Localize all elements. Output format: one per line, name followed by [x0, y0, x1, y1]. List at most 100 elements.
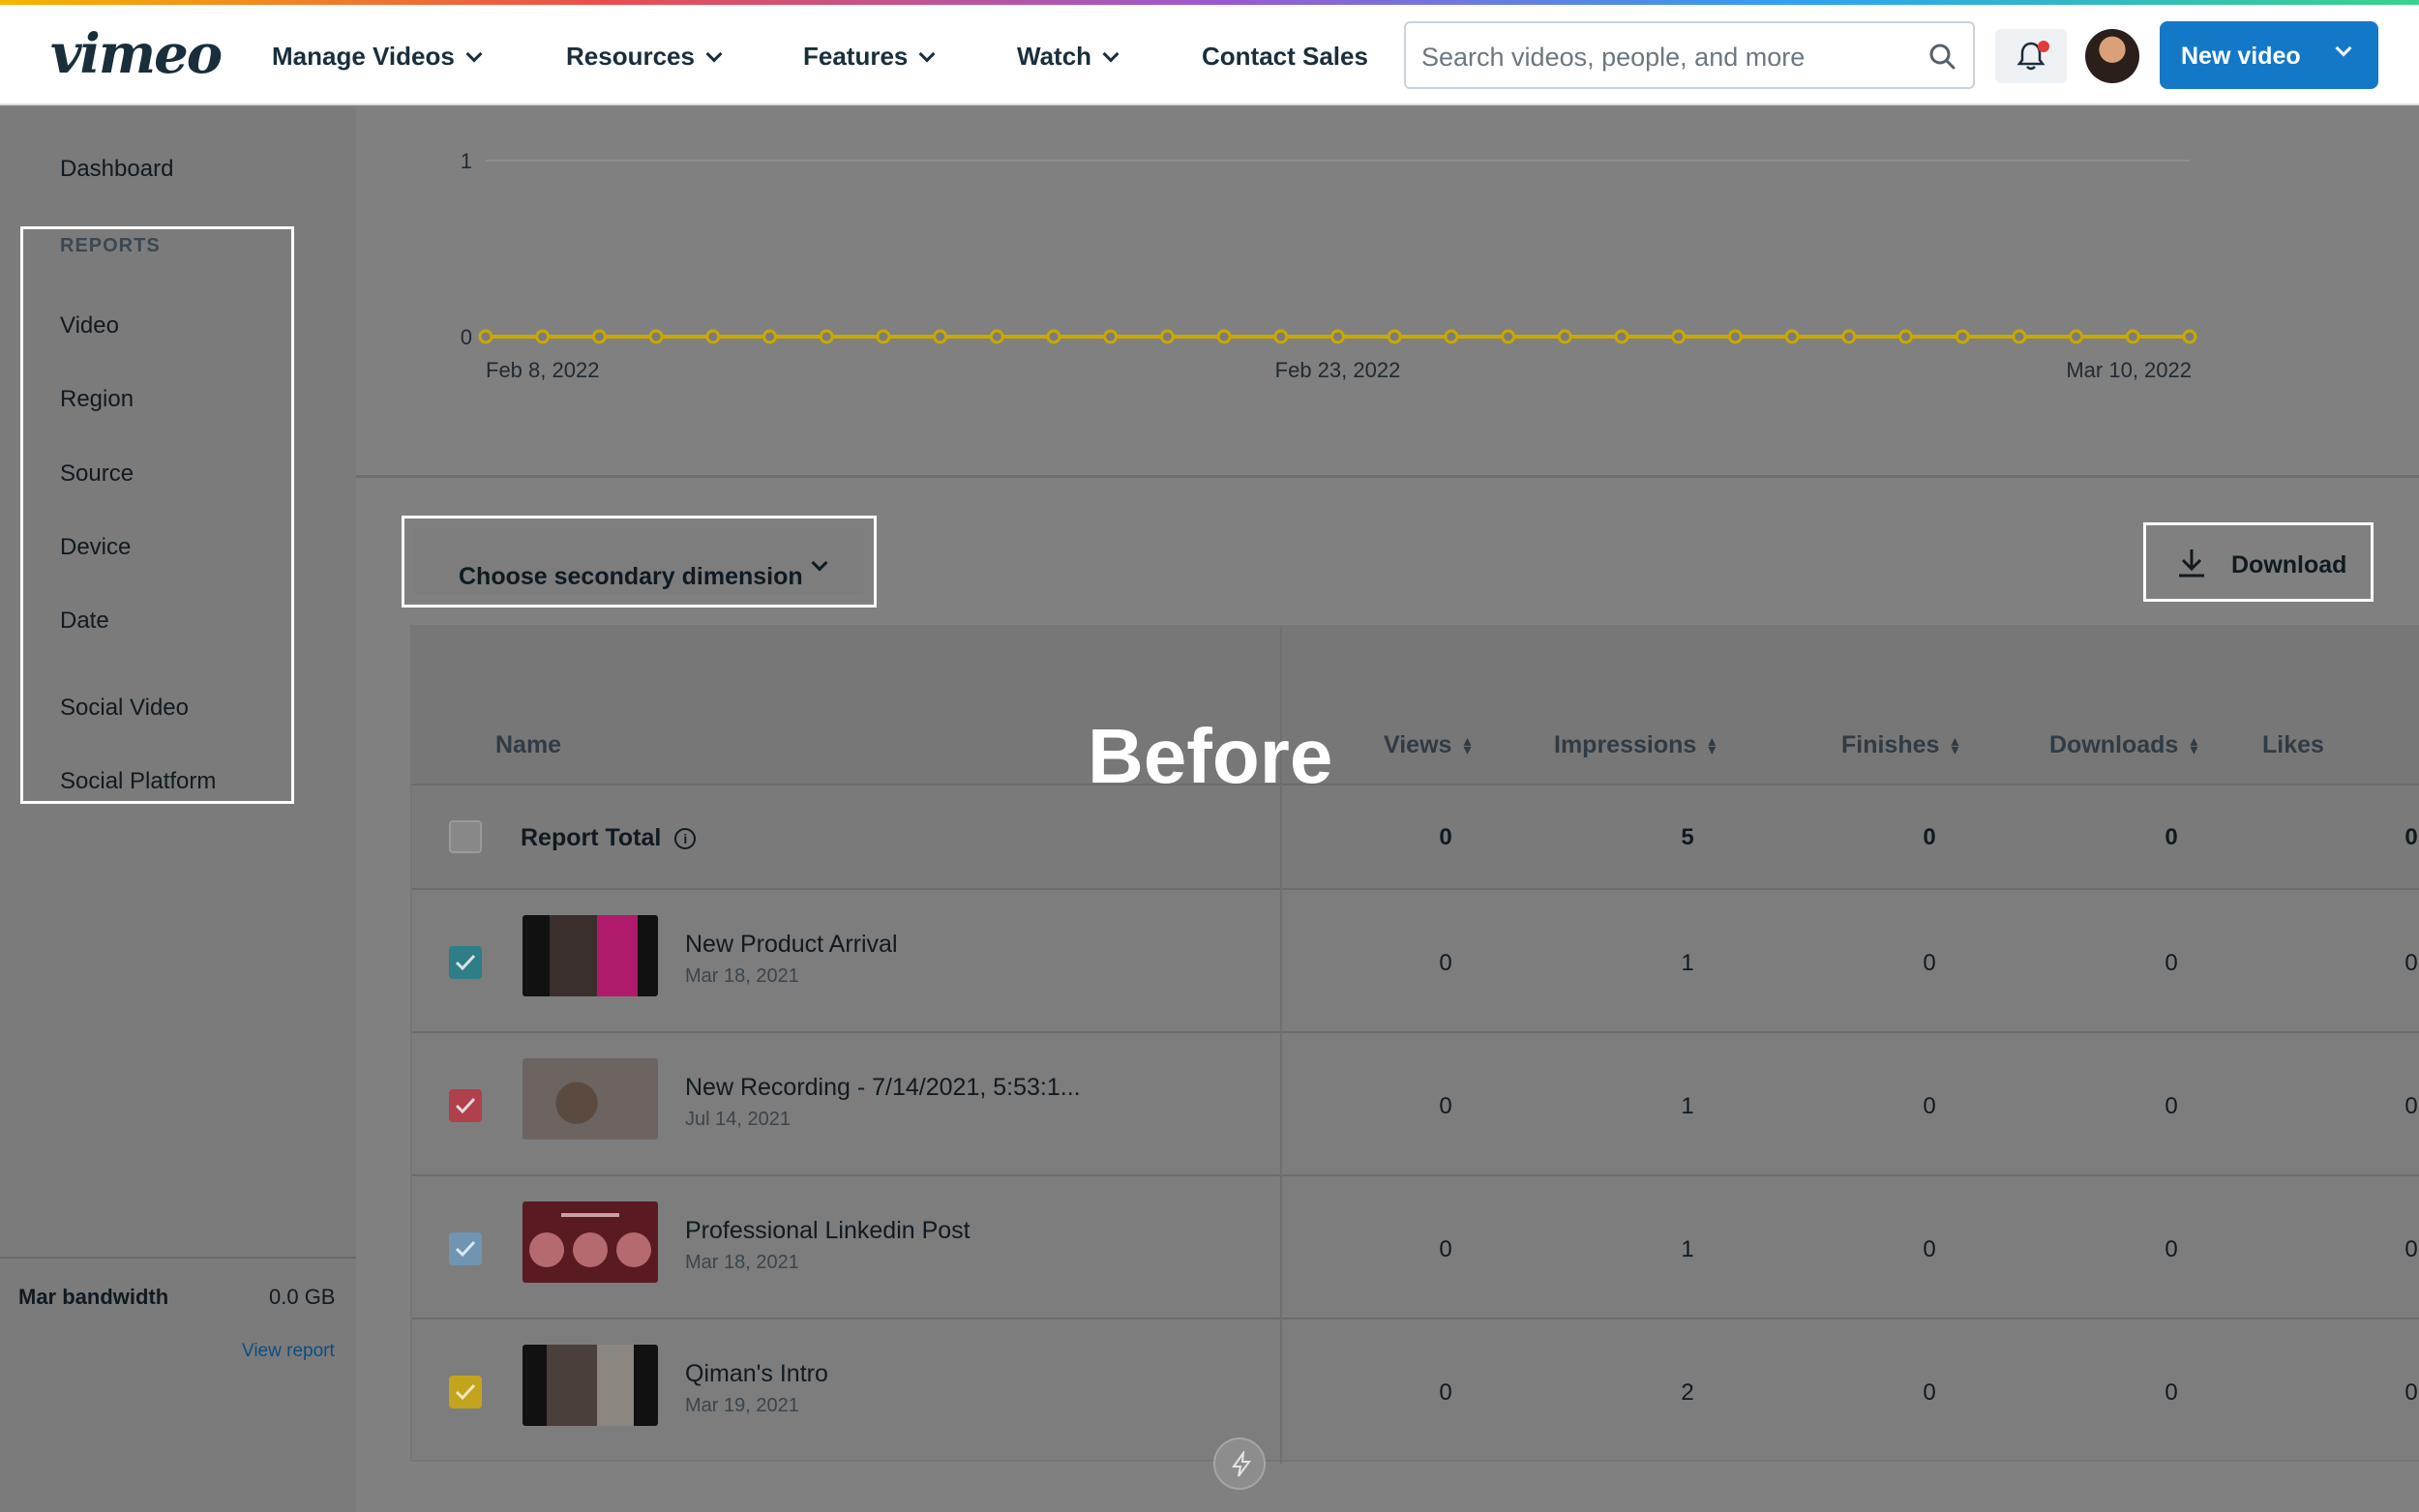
sidebar-item-social-video[interactable]: Social Video: [60, 695, 189, 722]
sidebar-item-dashboard[interactable]: Dashboard: [60, 156, 173, 183]
sidebar-item-social-platform[interactable]: Social Platform: [60, 768, 216, 795]
sort-icon: ▴ ▾: [1951, 732, 1959, 758]
before-overlay-label: Before: [1088, 713, 1333, 799]
row-downloads: 0: [2165, 1236, 2178, 1262]
data-point: [648, 329, 664, 344]
table-row[interactable]: New Product Arrival Mar 18, 2021 0 1 0 0…: [412, 890, 2419, 1033]
video-thumbnail[interactable]: [523, 915, 658, 996]
search-icon[interactable]: [1928, 43, 1956, 70]
total-downloads: 0: [2165, 824, 2178, 850]
total-finishes: 0: [1923, 824, 1936, 850]
nav-label: Watch: [1017, 42, 1092, 71]
nav-watch[interactable]: Watch: [1017, 42, 1120, 72]
lightning-icon: [1232, 1451, 1251, 1477]
report-total-row: Report Total i 0 5 0 0 0: [412, 786, 2419, 890]
data-point: [1159, 329, 1175, 344]
video-title[interactable]: New Product Arrival: [685, 931, 898, 959]
row-impressions: 1: [1681, 1236, 1694, 1262]
view-report-link[interactable]: View report: [242, 1341, 335, 1362]
chart-divider: [356, 475, 2419, 478]
data-point: [1273, 329, 1289, 344]
sidebar-item-device[interactable]: Device: [60, 534, 131, 561]
video-thumbnail[interactable]: [523, 1058, 658, 1140]
chevron-down-icon: [811, 554, 828, 572]
row-checkbox[interactable]: [449, 1232, 482, 1265]
quick-action-button[interactable]: [1213, 1438, 1266, 1490]
report-table: Name Views ▴ ▾ Impressions ▴ ▾ Finishes ▴ ▾ Do…: [410, 625, 2419, 1464]
secondary-dimension-label: Choose secondary dimension: [459, 563, 803, 590]
line-chart-svg: 1 0 Feb 8, 2022 Feb 23, 2022 Mar 10, 2022: [461, 149, 2197, 382]
nav-manage-videos[interactable]: Manage Videos: [272, 42, 483, 72]
search-input[interactable]: Search videos, people, and more: [1404, 21, 1975, 89]
notifications-button[interactable]: [1995, 29, 2067, 83]
total-likes: 0: [2404, 824, 2418, 850]
data-point: [1216, 329, 1232, 344]
search-placeholder: Search videos, people, and more: [1421, 43, 1806, 72]
data-point: [1046, 329, 1061, 344]
column-name: Name: [495, 731, 561, 759]
row-downloads: 0: [2165, 950, 2178, 976]
y-tick-label: 0: [461, 325, 472, 349]
nav-features[interactable]: Features: [803, 42, 936, 72]
nav-contact-sales[interactable]: Contact Sales: [1202, 42, 1368, 72]
data-point: [1557, 329, 1572, 344]
data-point: [478, 329, 493, 344]
column-impressions[interactable]: Impressions ▴ ▾: [1554, 731, 1716, 759]
sidebar-item-region[interactable]: Region: [60, 386, 134, 413]
row-finishes: 0: [1923, 950, 1936, 976]
row-finishes: 0: [1923, 1236, 1936, 1262]
table-row[interactable]: Qiman's Intro Mar 19, 2021 0 2 0 0 0: [412, 1319, 2419, 1463]
column-downloads[interactable]: Downloads ▴ ▾: [2049, 731, 2197, 759]
vimeo-logo[interactable]: vimeo: [50, 22, 223, 86]
row-likes: 0: [2404, 1093, 2418, 1119]
column-finishes[interactable]: Finishes ▴ ▾: [1841, 731, 1958, 759]
total-views: 0: [1439, 824, 1452, 850]
data-point: [1784, 329, 1800, 344]
secondary-dimension-highlight: Choose secondary dimension: [402, 516, 877, 608]
nav-resources[interactable]: Resources: [566, 42, 723, 72]
report-total-label: Report Total i: [521, 824, 697, 852]
data-point: [2012, 329, 2027, 344]
row-checkbox[interactable]: [449, 1376, 482, 1408]
column-likes[interactable]: Likes: [2262, 731, 2324, 759]
download-label: Download: [2231, 551, 2347, 578]
secondary-dimension-dropdown[interactable]: Choose secondary dimension: [414, 528, 864, 595]
column-views[interactable]: Views ▴ ▾: [1384, 731, 1471, 759]
row-likes: 0: [2404, 950, 2418, 976]
video-thumbnail[interactable]: [523, 1345, 658, 1426]
check-icon: [455, 954, 476, 971]
row-checkbox[interactable]: [449, 1089, 482, 1122]
check-icon: [455, 1240, 476, 1258]
video-date: Jul 14, 2021: [685, 1109, 791, 1130]
video-thumbnail[interactable]: [523, 1201, 658, 1283]
row-views: 0: [1439, 1093, 1452, 1119]
select-all-checkbox[interactable]: [449, 820, 482, 853]
download-button[interactable]: Download: [2143, 522, 2374, 602]
info-icon[interactable]: i: [674, 827, 697, 849]
data-point: [1671, 329, 1687, 344]
video-title[interactable]: New Recording - 7/14/2021, 5:53:1...: [685, 1074, 1081, 1102]
row-checkbox[interactable]: [449, 946, 482, 979]
sidebar-item-date[interactable]: Date: [60, 608, 109, 635]
data-point: [1955, 329, 1970, 344]
data-point: [591, 329, 607, 344]
sidebar-item-video[interactable]: Video: [60, 312, 119, 340]
views-chart: 1 0 Feb 8, 2022 Feb 23, 2022 Mar 10, 2022: [356, 107, 2419, 475]
avatar[interactable]: [2085, 29, 2139, 83]
data-point: [1727, 329, 1743, 344]
column-label: Likes: [2262, 731, 2324, 758]
column-label: Name: [495, 731, 562, 758]
table-row[interactable]: Professional Linkedin Post Mar 18, 2021 …: [412, 1176, 2419, 1319]
row-likes: 0: [2404, 1379, 2418, 1406]
bandwidth-value: 0.0 GB: [269, 1285, 336, 1309]
column-label: Impressions: [1554, 731, 1697, 758]
row-views: 0: [1439, 1236, 1452, 1262]
table-row[interactable]: New Recording - 7/14/2021, 5:53:1... Jul…: [412, 1033, 2419, 1176]
column-label: Finishes: [1841, 731, 1940, 758]
video-title[interactable]: Qiman's Intro: [685, 1360, 828, 1388]
new-video-button[interactable]: New video: [2160, 21, 2378, 89]
sidebar-item-source[interactable]: Source: [60, 460, 134, 488]
video-date: Mar 18, 2021: [685, 1252, 799, 1273]
video-title[interactable]: Professional Linkedin Post: [685, 1217, 971, 1245]
x-tick-label: Feb 23, 2022: [1275, 358, 1401, 382]
